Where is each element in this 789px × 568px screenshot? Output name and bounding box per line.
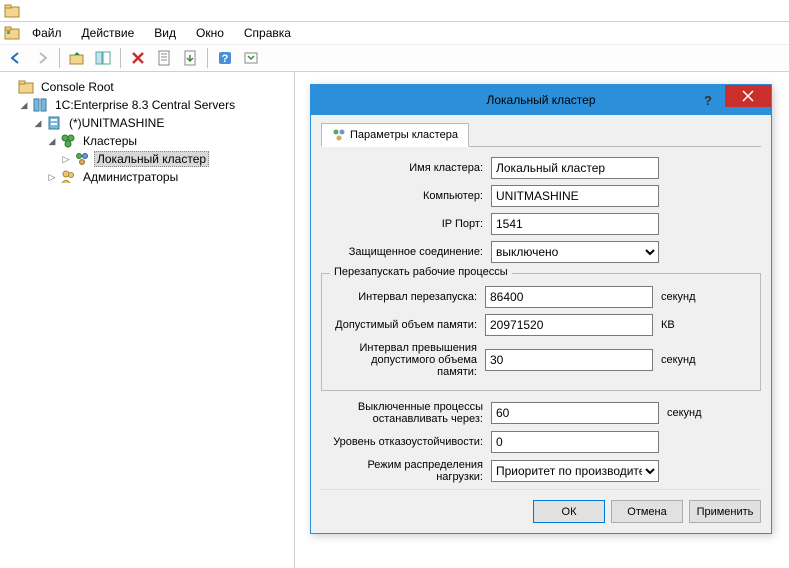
delete-button[interactable] xyxy=(126,46,150,70)
input-stop-processes[interactable] xyxy=(491,402,659,424)
select-secure-connection[interactable]: выключено xyxy=(491,241,659,263)
toolbar-separator xyxy=(120,48,121,68)
tree-toggle-icon[interactable]: ▷ xyxy=(46,171,58,183)
input-allowed-memory[interactable] xyxy=(485,314,653,336)
folder-icon xyxy=(18,79,34,95)
tree-label: 1C:Enterprise 8.3 Central Servers xyxy=(52,97,238,113)
dialog-tabs: Параметры кластера xyxy=(321,123,761,147)
fieldset-legend: Перезапускать рабочие процессы xyxy=(330,266,512,278)
unit-kb: КВ xyxy=(661,319,675,331)
ok-button[interactable]: ОК xyxy=(533,500,605,523)
select-load-distribution[interactable]: Приоритет по производительн xyxy=(491,460,659,482)
cluster-dialog: Локальный кластер ? Параметры кластера И… xyxy=(310,84,772,534)
tree-label: Кластеры xyxy=(80,133,140,149)
tree-toggle-icon[interactable]: ◢ xyxy=(18,99,30,111)
dialog-body: Параметры кластера Имя кластера: Компьют… xyxy=(311,115,771,533)
forward-button[interactable] xyxy=(30,46,54,70)
label-restart-interval: Интервал перезапуска: xyxy=(330,291,485,303)
unit-seconds: секунд xyxy=(667,407,702,419)
input-fault-tolerance[interactable] xyxy=(491,431,659,453)
label-ip-port: IP Порт: xyxy=(321,218,491,230)
dialog-title: Локальный кластер xyxy=(486,93,595,107)
menu-action[interactable]: Действие xyxy=(74,24,143,42)
tab-label: Параметры кластера xyxy=(350,129,458,141)
label-computer: Компьютер: xyxy=(321,190,491,202)
toolbar-separator xyxy=(207,48,208,68)
tree-label: Локальный кластер xyxy=(94,151,209,167)
label-cluster-name: Имя кластера: xyxy=(321,162,491,174)
tree-label: Console Root xyxy=(38,79,117,95)
window-titlebar xyxy=(0,0,789,22)
svg-text:?: ? xyxy=(222,53,229,65)
label-stop-processes: Выключенные процессы останавливать через… xyxy=(321,401,491,425)
label-fault-tolerance: Уровень отказоустойчивости: xyxy=(321,436,491,448)
dialog-buttons: ОК Отмена Применить xyxy=(321,489,761,523)
menubar: Файл Действие Вид Окно Справка xyxy=(0,22,789,44)
tree-administrators[interactable]: ▷ Администраторы xyxy=(4,168,294,186)
refresh-button[interactable] xyxy=(239,46,263,70)
up-button[interactable] xyxy=(65,46,89,70)
dialog-titlebar[interactable]: Локальный кластер ? xyxy=(311,85,771,115)
input-exceed-interval[interactable] xyxy=(485,349,653,371)
servers-icon xyxy=(32,97,48,113)
menu-view[interactable]: Вид xyxy=(146,24,184,42)
toolbar: ? xyxy=(0,44,789,72)
apply-button[interactable]: Применить xyxy=(689,500,761,523)
tree-server[interactable]: ◢ (*)UNITMASHINE xyxy=(4,114,294,132)
input-restart-interval[interactable] xyxy=(485,286,653,308)
back-button[interactable] xyxy=(4,46,28,70)
tree-toggle-icon[interactable]: ▷ xyxy=(60,153,72,165)
tree-central-servers[interactable]: ◢ 1C:Enterprise 8.3 Central Servers xyxy=(4,96,294,114)
label-exceed-interval: Интервал превышения допустимого объема п… xyxy=(330,342,485,378)
menu-window[interactable]: Окно xyxy=(188,24,232,42)
tree-toggle-icon[interactable]: ◢ xyxy=(46,135,58,147)
help-button[interactable]: ? xyxy=(213,46,237,70)
input-computer[interactable] xyxy=(491,185,659,207)
label-allowed-memory: Допустимый объем памяти: xyxy=(330,319,485,331)
label-load-distribution: Режим распределения нагрузки: xyxy=(321,459,491,483)
tree-root[interactable]: Console Root xyxy=(4,78,294,96)
tree-panel: Console Root ◢ 1C:Enterprise 8.3 Central… xyxy=(0,72,295,568)
cluster-icon xyxy=(74,151,90,167)
input-ip-port[interactable] xyxy=(491,213,659,235)
menu-file[interactable]: Файл xyxy=(24,24,70,42)
tree-local-cluster[interactable]: ▷ Локальный кластер xyxy=(4,150,294,168)
toolbar-separator xyxy=(59,48,60,68)
tree-toggle-icon[interactable]: ◢ xyxy=(32,117,44,129)
app-icon xyxy=(4,3,20,19)
export-button[interactable] xyxy=(178,46,202,70)
admins-icon xyxy=(60,169,76,185)
tree-toggle-icon[interactable] xyxy=(4,81,16,93)
show-hide-button[interactable] xyxy=(91,46,115,70)
label-secure-connection: Защищенное соединение: xyxy=(321,246,491,258)
fieldset-restart: Перезапускать рабочие процессы Интервал … xyxy=(321,273,761,391)
tree-clusters[interactable]: ◢ Кластеры xyxy=(4,132,294,150)
tree-label: (*)UNITMASHINE xyxy=(66,115,167,131)
menu-help[interactable]: Справка xyxy=(236,24,299,42)
tab-cluster-params[interactable]: Параметры кластера xyxy=(321,123,469,147)
unit-seconds: секунд xyxy=(661,354,696,366)
tree-label: Администраторы xyxy=(80,169,181,185)
input-cluster-name[interactable] xyxy=(491,157,659,179)
close-icon[interactable] xyxy=(725,85,771,107)
dialog-help-button[interactable]: ? xyxy=(695,89,721,111)
properties-button[interactable] xyxy=(152,46,176,70)
unit-seconds: секунд xyxy=(661,291,696,303)
server-icon xyxy=(46,115,62,131)
cluster-icon xyxy=(332,128,346,142)
cancel-button[interactable]: Отмена xyxy=(611,500,683,523)
menubar-icon xyxy=(4,25,20,41)
clusters-icon xyxy=(60,133,76,149)
